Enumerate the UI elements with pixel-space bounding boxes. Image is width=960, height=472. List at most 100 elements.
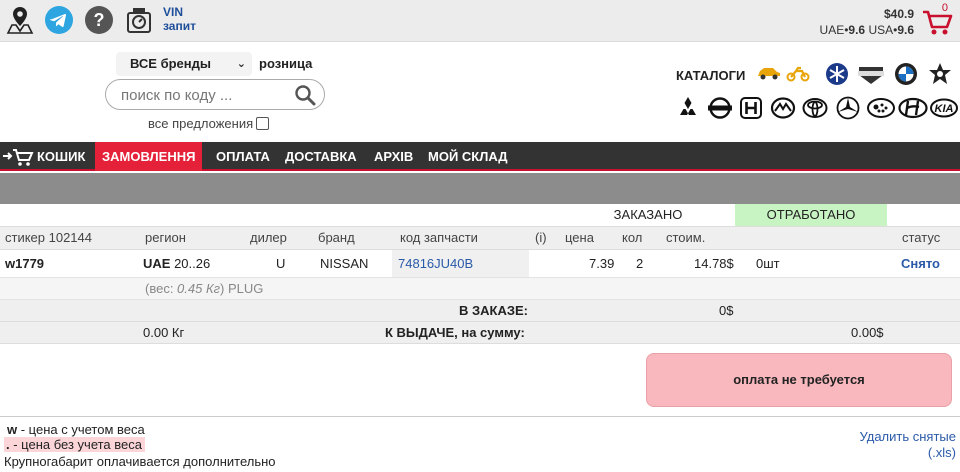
footer-legend: w - цена с учетом веса . - цена без учет… [0, 416, 960, 472]
balance-and-rates: $40.9 UAE•9.6 USA•9.6 [820, 6, 914, 38]
delete-removed-label: Удалить снятые [859, 429, 957, 444]
legend-w-text: - цена с учетом веса [17, 422, 145, 437]
col-part-code: код запчасти [400, 230, 478, 245]
yamaha-logo-icon[interactable] [824, 62, 850, 86]
moto-catalog-icon[interactable] [786, 64, 810, 82]
delete-removed-format: (.xls) [927, 445, 956, 460]
row-brand: NISSAN [320, 256, 369, 271]
issue-label: К ВЫДАЧЕ, на сумму: [385, 325, 525, 340]
kia-logo-icon[interactable]: KIA [930, 96, 958, 120]
search-icon[interactable] [294, 84, 316, 106]
search-box [105, 79, 325, 110]
weight-prefix: (вес: [145, 281, 178, 296]
harley-logo-icon[interactable] [856, 62, 886, 86]
weight-value: 0.45 Кг [177, 281, 221, 296]
vin-label: VIN [163, 5, 184, 19]
svg-text:?: ? [94, 10, 105, 30]
in-order-value: 0$ [719, 303, 734, 318]
group-header-worked: ОТРАБОТАНО [735, 204, 887, 226]
col-qty: кол [622, 230, 643, 245]
table-row: w1779 UAE 20..26 U NISSAN 74816JU40B 7.3… [0, 250, 960, 278]
nav-item-orders[interactable]: ЗАМОВЛЕННЯ [95, 142, 203, 171]
row-weight-info: (вес: 0.45 Кг) PLUG [145, 278, 263, 300]
col-brand: бранд [318, 230, 355, 245]
balance-amount: $40.9 [883, 7, 914, 21]
payment-status-box: оплата не требуется [646, 353, 952, 407]
svg-text:KIA: KIA [935, 103, 954, 115]
toolbar-strip [0, 173, 960, 204]
legend-dot-text: - цена без учета веса [9, 437, 142, 452]
top-bar: ? VIN запит $40.9 UAE•9.6 USA•9.6 0 [0, 0, 960, 42]
row-detail: (вес: 0.45 Кг) PLUG [0, 278, 960, 300]
nav-item-payment[interactable]: ОПЛАТА [209, 142, 277, 171]
cart-icon[interactable] [920, 4, 954, 38]
nav-item-delivery[interactable]: ДОСТАВКА [278, 142, 364, 171]
map-pin-icon[interactable] [5, 5, 35, 35]
mercedes-logo-icon[interactable] [835, 96, 861, 120]
rate-usa-label: USA• [868, 23, 898, 37]
row-part-code-link[interactable]: 74816JU40B [398, 250, 473, 278]
main-nav: КОШИК ЗАМОВЛЕННЯ ОПЛАТА ДОСТАВКА АРХІВ М… [0, 142, 960, 171]
col-region: регион [145, 230, 186, 245]
row-status: Снято [901, 256, 940, 271]
col-price: цена [565, 230, 594, 245]
nav-item-my-stock[interactable]: МОЙ СКЛАД [421, 142, 514, 171]
table-header-row: стикер 102144 регион дилер бранд код зап… [0, 226, 960, 250]
honda-logo-icon[interactable] [738, 96, 764, 120]
col-info: (i) [535, 230, 547, 245]
all-offers-option: все предложения [148, 116, 270, 131]
toyota-logo-icon[interactable] [802, 96, 828, 120]
rate-uae-label: UAE• [819, 23, 849, 37]
exchange-rates: UAE•9.6 USA•9.6 [820, 22, 914, 38]
row-worked: 0шт [756, 256, 780, 271]
all-offers-checkbox[interactable] [256, 117, 270, 130]
brand-select-value: ВСЕ бренды [130, 56, 211, 71]
row-dealer: U [276, 256, 286, 271]
row-region-days: 20..26 [170, 256, 211, 271]
price-type-label[interactable]: розница [259, 56, 312, 71]
weight-suffix: ) PLUG [220, 281, 264, 296]
issue-value: 0.00$ [851, 325, 884, 340]
delete-removed-link[interactable]: Удалить снятые (.xls) [860, 429, 957, 461]
telegram-icon[interactable] [44, 5, 74, 35]
issue-weight: 0.00 Кг [143, 325, 185, 340]
col-cost: стоим. [666, 230, 706, 245]
col-dealer: дилер [250, 230, 287, 245]
row-region: UAE 20..26 [143, 250, 210, 278]
scale-icon[interactable] [124, 5, 154, 35]
rate-usa-value: 9.6 [897, 23, 914, 37]
vin-request-label: запит [163, 19, 196, 33]
legend-no-weight-price: . - цена без учета веса [4, 437, 145, 452]
car-catalog-icon[interactable] [756, 64, 782, 82]
in-order-row: В ЗАКАЗЕ: 0$ [0, 300, 960, 322]
cart-count: 0 [941, 2, 948, 14]
row-cost: 14.78$ [694, 256, 734, 271]
nav-item-cart[interactable]: КОШИК [30, 142, 92, 171]
issue-row: 0.00 Кг К ВЫДАЧЕ, на сумму: 0.00$ [0, 322, 960, 344]
in-order-label: В ЗАКАЗЕ: [459, 303, 528, 318]
hyundai-logo-icon[interactable] [898, 96, 928, 120]
row-sticker: w1779 [5, 256, 45, 271]
chrysler-logo-icon[interactable] [927, 62, 953, 86]
legend-w-key: w [7, 422, 18, 437]
rate-uae-value: 9.6 [848, 23, 866, 37]
subaru-logo-icon[interactable] [866, 96, 896, 120]
bmw-logo-icon[interactable] [893, 62, 919, 86]
row-region-code: UAE [143, 256, 171, 271]
search-input[interactable] [121, 86, 291, 104]
group-header-ordered: ЗАКАЗАНО [561, 204, 735, 226]
nav-item-archive[interactable]: АРХІВ [367, 142, 420, 171]
mazda-logo-icon[interactable] [770, 96, 796, 120]
row-qty: 2 [636, 256, 644, 271]
col-sticker: стикер 102144 [5, 230, 93, 245]
row-price: 7.39 [589, 256, 615, 271]
nissan-logo-icon[interactable] [707, 96, 733, 120]
chevron-down-icon: ⌄ [236, 58, 246, 70]
mitsubishi-logo-icon[interactable] [675, 96, 701, 120]
help-icon[interactable]: ? [84, 5, 114, 35]
col-status: статус [902, 230, 941, 245]
catalogs-label: КАТАЛОГИ [676, 68, 746, 83]
legend-oversize: Крупногабарит оплачивается дополнительно [4, 454, 276, 469]
brand-select[interactable]: ВСЕ бренды ⌄ [116, 52, 252, 76]
vin-request-link[interactable]: VIN запит [163, 5, 196, 33]
